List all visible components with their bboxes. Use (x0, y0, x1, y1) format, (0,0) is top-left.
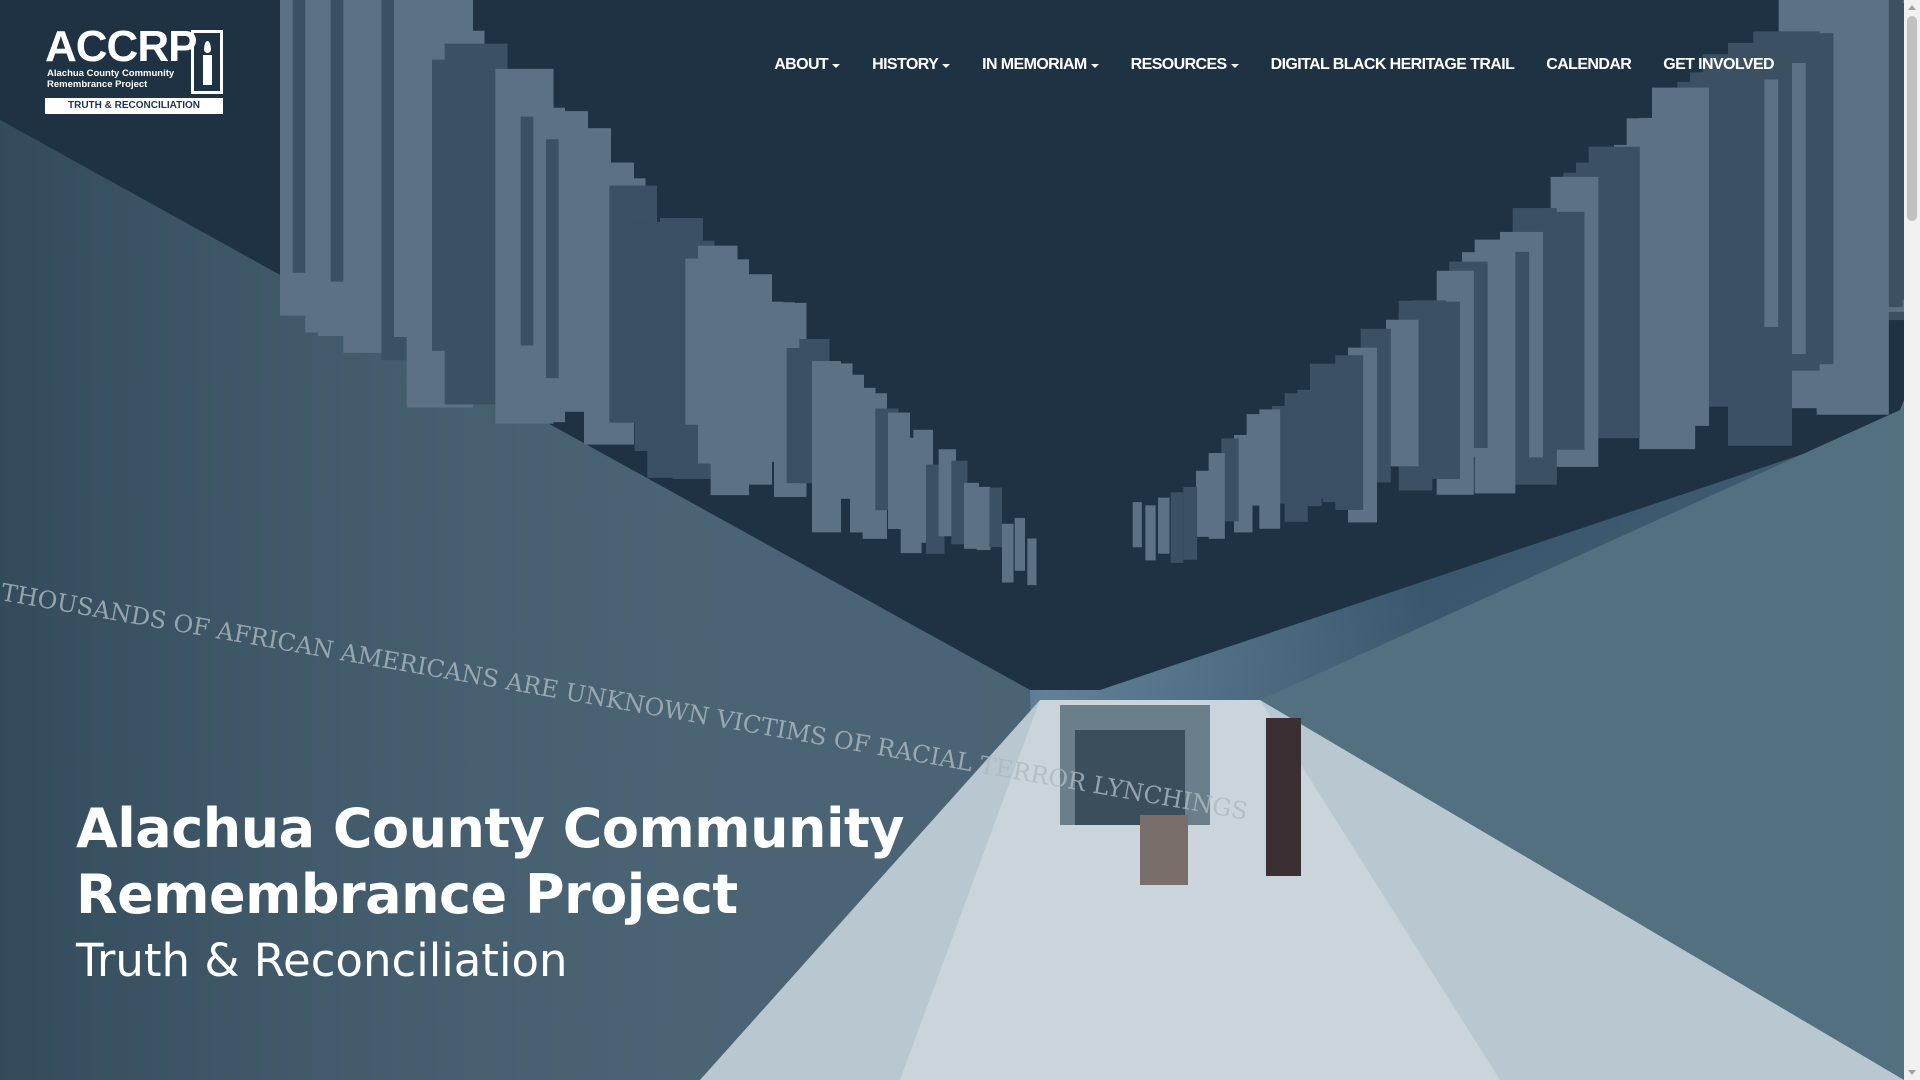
hanging-monument (1002, 523, 1014, 583)
nav-item-history[interactable]: HISTORY (872, 56, 951, 74)
page-scrollbar[interactable] (1904, 0, 1920, 1080)
hanging-monument (1196, 470, 1211, 537)
logo-name-line: Remembrance Project (47, 79, 148, 90)
nav-item-label: HISTORY (872, 56, 939, 73)
nav-item-resources[interactable]: RESOURCES (1131, 56, 1239, 74)
nav-item-label: CALENDAR (1546, 56, 1632, 73)
main-navigation: ABOUT HISTORY IN MEMORIAM RESOURCES DIGI… (774, 56, 1774, 74)
accrp-logo[interactable]: ACCRP Alachua County Community Remembran… (45, 22, 223, 114)
hanging-monument (1145, 505, 1156, 561)
logo-name: Alachua County Community Remembrance Pro… (47, 68, 197, 90)
nav-item-calendar[interactable]: CALENDAR (1546, 56, 1632, 74)
hanging-monument (1208, 453, 1225, 539)
nav-item-in-memoriam[interactable]: IN MEMORIAM (982, 56, 1099, 74)
nav-item-about[interactable]: ABOUT (774, 56, 841, 74)
scrollbar-thumb[interactable] (1907, 16, 1917, 221)
hero-subtitle: Truth & Reconciliation (76, 934, 568, 987)
caret-down-icon (1230, 64, 1239, 68)
nav-item-get-involved[interactable]: GET INVOLVED (1663, 56, 1774, 74)
hanging-monument (1027, 538, 1037, 586)
nav-item-label: GET INVOLVED (1663, 56, 1774, 73)
hanging-monument (976, 486, 991, 551)
nav-item-digital-black-heritage-trail[interactable]: DIGITAL BLACK HERITAGE TRAIL (1271, 56, 1515, 74)
nav-item-label: DIGITAL BLACK HERITAGE TRAIL (1270, 56, 1515, 73)
scroll-up-arrow-icon[interactable] (1908, 5, 1916, 10)
hero-title-line: Remembrance Project (76, 863, 738, 926)
logo-acronym: ACCRP (45, 22, 197, 71)
scroll-down-arrow-icon[interactable] (1908, 1070, 1916, 1075)
hanging-monument (1132, 502, 1142, 548)
hero-title-line: Alachua County Community (76, 797, 904, 860)
hero-text: Alachua County Community Remembrance Pro… (76, 796, 904, 990)
logo-tagline: TRUTH & RECONCILIATION (45, 98, 223, 114)
logo-name-line: Alachua County Community (47, 68, 175, 79)
caret-down-icon (1090, 64, 1099, 68)
hanging-monument (1158, 497, 1170, 554)
hero-banner: THOUSANDS OF AFRICAN AMERICANS ARE UNKNO… (0, 0, 1904, 1080)
hanging-monument (1183, 486, 1198, 560)
candle-icon (191, 30, 223, 94)
nav-item-label: IN MEMORIAM (982, 56, 1087, 73)
hanging-monument (989, 487, 1002, 548)
nav-item-label: RESOURCES (1130, 56, 1228, 73)
hero-title: Alachua County Community Remembrance Pro… (76, 796, 904, 928)
nav-item-label: ABOUT (774, 56, 829, 73)
caret-down-icon (832, 64, 841, 68)
hanging-monument (1170, 492, 1184, 563)
hanging-monument (1014, 517, 1025, 571)
caret-down-icon (942, 64, 951, 68)
